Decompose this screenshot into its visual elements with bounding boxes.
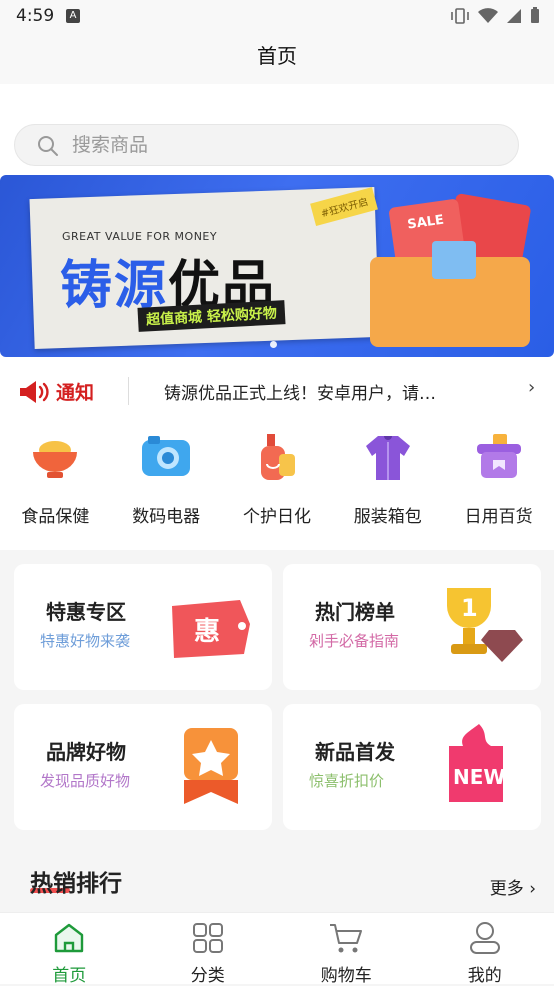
promo-subtitle: 特惠好物来袭 [40, 630, 130, 651]
home-content: #狂欢开启 GREAT VALUE FOR MONEY 铸源优品 超值商城 轻松… [0, 84, 554, 912]
bottom-tab-bar: 首页 分类 购物车 我的 [0, 912, 554, 984]
deals-badge-text: 惠 [194, 617, 220, 647]
a-badge-icon: A [66, 9, 80, 23]
category-row: 食品保健 数码电器 个护日化 服装箱包 日用百货 [0, 430, 554, 540]
promo-card-ranking[interactable]: 热门榜单 剁手必备指南 1 [283, 564, 541, 690]
promo-subtitle: 惊喜折扣价 [309, 770, 384, 791]
discount-tag-icon: 惠 [164, 582, 256, 672]
page-title: 首页 [0, 32, 554, 84]
category-label: 服装箱包 [332, 502, 443, 527]
status-icons [450, 7, 540, 24]
tab-category[interactable]: 分类 [139, 913, 278, 984]
indicator-dot [270, 341, 277, 348]
wifi-icon [478, 8, 498, 24]
home-icon [52, 921, 86, 955]
category-care[interactable]: 个护日化 [222, 430, 333, 540]
category-label: 食品保健 [0, 502, 111, 527]
chevron-right-icon[interactable]: › [528, 377, 535, 398]
category-daily[interactable]: 日用百货 [443, 430, 554, 540]
notice-text[interactable]: 铸源优品正式上线！安卓用户，请… [164, 379, 464, 404]
status-time: 4:59 [16, 6, 54, 26]
user-icon [468, 921, 502, 955]
star-badge-icon [164, 722, 256, 812]
trophy-icon: 1 [433, 582, 525, 672]
ranking-badge-text: 1 [461, 594, 478, 622]
category-label: 个护日化 [222, 502, 333, 527]
promo-subtitle: 剁手必备指南 [309, 630, 399, 651]
vibrate-icon [450, 8, 470, 24]
promo-card-new[interactable]: 新品首发 惊喜折扣价 NEW [283, 704, 541, 830]
camera-icon [138, 430, 194, 486]
category-label: 日用百货 [443, 502, 554, 527]
promo-card-deals[interactable]: 特惠专区 特惠好物来袭 惠 [14, 564, 272, 690]
gift-icon [432, 241, 476, 279]
tab-cart[interactable]: 购物车 [277, 913, 416, 984]
tab-label: 分类 [139, 961, 278, 986]
tab-label: 首页 [0, 961, 139, 986]
category-label: 数码电器 [111, 502, 222, 527]
tab-label: 我的 [416, 961, 554, 986]
hot-sales-title: 热销排行 [30, 864, 122, 898]
basket-icon [471, 430, 527, 486]
promo-card-brands[interactable]: 品牌好物 发现品质好物 [14, 704, 272, 830]
new-badge-icon: NEW [433, 722, 525, 812]
jacket-icon [360, 430, 416, 486]
category-digital[interactable]: 数码电器 [111, 430, 222, 540]
tab-profile[interactable]: 我的 [416, 913, 554, 984]
category-apparel[interactable]: 服装箱包 [332, 430, 443, 540]
promo-title: 新品首发 [315, 736, 395, 765]
promo-title: 品牌好物 [46, 736, 126, 765]
megaphone-icon [18, 379, 50, 405]
search-input[interactable] [72, 131, 472, 159]
battery-icon [530, 7, 540, 24]
food-bowl-icon [27, 430, 83, 486]
promo-title: 特惠专区 [46, 596, 126, 625]
search-icon [37, 135, 59, 157]
notice-bar[interactable]: 通知 铸源优品正式上线！安卓用户，请… › [0, 367, 554, 415]
promo-subtitle: 发现品质好物 [40, 770, 130, 791]
chevron-right-icon: › [529, 879, 536, 899]
notice-label: 通知 [56, 378, 94, 405]
hot-sales-header: 热销排行 更多 › [0, 844, 554, 912]
search-bar[interactable] [14, 124, 519, 166]
banner-tagline: GREAT VALUE FOR MONEY [62, 230, 217, 243]
cart-icon [328, 921, 364, 955]
more-link[interactable]: 更多 › [490, 874, 536, 899]
grid-icon [191, 921, 225, 955]
category-food[interactable]: 食品保健 [0, 430, 111, 540]
banner-indicator [270, 341, 277, 348]
more-label: 更多 [490, 879, 524, 899]
promo-banner[interactable]: #狂欢开启 GREAT VALUE FOR MONEY 铸源优品 超值商城 轻松… [0, 175, 554, 357]
new-badge-text: NEW [453, 765, 505, 789]
status-bar: 4:59 A [0, 0, 554, 32]
tab-label: 购物车 [277, 961, 416, 986]
tab-home[interactable]: 首页 [0, 913, 139, 984]
signal-icon [506, 8, 522, 24]
notice-divider [128, 377, 129, 405]
promo-title: 热门榜单 [315, 596, 395, 625]
lotion-bottle-icon [249, 430, 305, 486]
